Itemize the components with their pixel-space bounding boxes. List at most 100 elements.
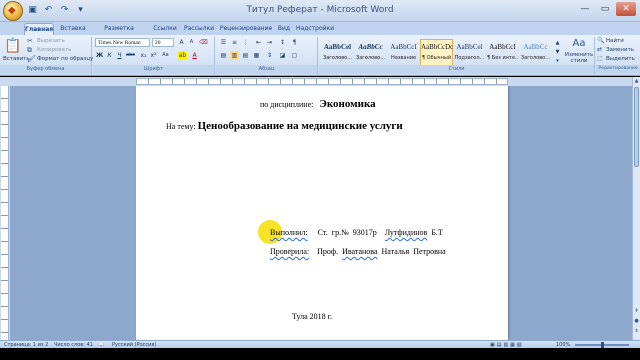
strikethrough-button[interactable]: abc bbox=[126, 51, 135, 60]
document-page[interactable]: по дисциплине: Экономика На тему: Ценооб… bbox=[136, 86, 508, 340]
borders-icon[interactable]: ▢ bbox=[290, 51, 299, 60]
change-case-button[interactable]: Aa bbox=[161, 51, 170, 60]
tab-references[interactable]: Ссылки bbox=[151, 23, 179, 35]
screen-bottom-band bbox=[0, 348, 640, 360]
checked-patronymic: Петровна bbox=[413, 247, 446, 256]
clipboard-group: 📋 Вставить ✂ Вырезать ⧉ Копировать 🖌 Фор… bbox=[0, 37, 93, 74]
copy-button[interactable]: Копировать bbox=[37, 47, 71, 53]
ruler-scale bbox=[1, 86, 9, 340]
style-heading-3[interactable]: AaBbCc Заголово... bbox=[519, 39, 552, 66]
underline-button[interactable]: Ч bbox=[115, 51, 124, 60]
topic-prefix: На тему: bbox=[166, 122, 196, 131]
clipboard-group-label: Буфер обмена bbox=[0, 65, 91, 73]
numbering-icon[interactable]: ≡ bbox=[230, 38, 239, 47]
style-normal[interactable]: AaBbCcDc ¶ Обычный bbox=[420, 39, 453, 66]
zoom-slider[interactable] bbox=[575, 342, 629, 348]
bold-button[interactable]: Ж bbox=[95, 51, 104, 60]
styles-scroll-icon[interactable]: ▲ ▼ ▾ bbox=[553, 39, 562, 66]
font-group: Times New Roman 20 A A ⌫ Ж К Ч abc x₂ x²… bbox=[93, 37, 215, 74]
tab-insert[interactable]: Вставка bbox=[58, 23, 88, 35]
decrease-indent-icon[interactable]: ⇤ bbox=[254, 38, 263, 47]
align-center-icon[interactable]: ▥ bbox=[230, 51, 239, 60]
style-sample: AaBbCel bbox=[456, 43, 483, 51]
change-styles-icon[interactable]: Aa bbox=[566, 38, 592, 49]
tab-page-layout[interactable]: Разметка страницы bbox=[91, 23, 147, 44]
cut-button[interactable]: Вырезать bbox=[37, 38, 65, 44]
style-name: ¶ Без инте... bbox=[487, 55, 518, 61]
select-button[interactable]: Выделить bbox=[606, 56, 635, 62]
increase-indent-icon[interactable]: ⇥ bbox=[265, 38, 274, 47]
browse-object-icon[interactable]: ● bbox=[633, 317, 640, 325]
checked-line: Проверила: Проф. Иватанова Наталья Петро… bbox=[270, 247, 446, 256]
tab-mailings[interactable]: Рассылки bbox=[183, 23, 215, 35]
shrink-font-icon[interactable]: A bbox=[187, 38, 196, 47]
style-sample: AaBbCel bbox=[323, 43, 352, 51]
show-marks-icon[interactable]: ¶ bbox=[290, 38, 299, 47]
tab-view[interactable]: Вид bbox=[276, 23, 292, 35]
italic-button[interactable]: К bbox=[105, 51, 114, 60]
paste-button[interactable]: Вставить bbox=[3, 56, 30, 62]
cut-icon: ✂ bbox=[27, 37, 33, 45]
tab-home[interactable]: Главная bbox=[24, 23, 54, 35]
clear-format-icon[interactable]: ⌫ bbox=[199, 38, 208, 47]
maximize-button[interactable]: ▭ bbox=[596, 2, 614, 16]
tab-addins[interactable]: Надстройки bbox=[296, 23, 334, 35]
multilevel-list-icon[interactable]: ⋮ bbox=[241, 38, 250, 47]
horizontal-ruler[interactable] bbox=[0, 77, 632, 86]
style-name: Заголово... bbox=[521, 55, 550, 61]
scroll-thumb[interactable] bbox=[634, 87, 639, 167]
font-family-select[interactable]: Times New Roman bbox=[95, 38, 150, 47]
style-sample: AaBbCc bbox=[358, 43, 383, 51]
discipline-line: по дисциплине: Экономика bbox=[260, 98, 376, 110]
shading-icon[interactable]: ◪ bbox=[278, 51, 287, 60]
document-area: по дисциплине: Экономика На тему: Ценооб… bbox=[10, 86, 632, 340]
minimize-button[interactable]: — bbox=[576, 2, 594, 16]
city-year: Тула 2018 г. bbox=[292, 312, 333, 321]
style-name: Заголово... bbox=[356, 55, 385, 61]
discipline-value: Экономика bbox=[319, 98, 376, 110]
find-icon: 🔍 bbox=[597, 37, 605, 44]
vertical-scrollbar[interactable]: ▲ ⇞ ● ⇟ bbox=[632, 77, 640, 340]
style-subtitle[interactable]: AaBbCel Подзагол... bbox=[453, 39, 486, 66]
paragraph-group: ☰ ≡ ⋮ ⇤ ⇥ ↕ ¶ ▤ ▥ ▤ ▦ ⇕ ◪ ▢ Абзац bbox=[216, 37, 318, 74]
performed-group: Ст. гр.№ 93017р bbox=[317, 228, 377, 237]
subscript-button[interactable]: x₂ bbox=[139, 51, 148, 60]
performed-line: Выполнил: Ст. гр.№ 93017р Лутфидинов Б.Т bbox=[270, 228, 443, 237]
title-bar: ◆ ▣ ↶ ↷ ▾ Титул Реферат - Microsoft Word… bbox=[0, 0, 640, 22]
ruler-scale bbox=[136, 78, 508, 85]
justify-icon[interactable]: ▦ bbox=[252, 51, 261, 60]
style-heading-1[interactable]: AaBbCel Заголово... bbox=[321, 39, 354, 66]
line-spacing-icon[interactable]: ⇕ bbox=[265, 51, 274, 60]
scroll-up-icon[interactable]: ▲ bbox=[633, 77, 640, 85]
sort-icon[interactable]: ↕ bbox=[278, 38, 287, 47]
style-sample: AaBbCc bbox=[523, 43, 548, 51]
performed-label: Выполнил: bbox=[270, 228, 308, 237]
change-styles-button[interactable]: Изменить стили bbox=[562, 52, 596, 64]
style-no-spacing[interactable]: AaBbCcI ¶ Без инте... bbox=[486, 39, 519, 66]
grow-font-icon[interactable]: A bbox=[177, 38, 186, 47]
paste-icon[interactable]: 📋 bbox=[4, 38, 22, 54]
highlight-icon[interactable]: ab bbox=[178, 51, 187, 60]
vertical-ruler[interactable] bbox=[0, 86, 10, 340]
copy-icon: ⧉ bbox=[27, 46, 32, 54]
style-heading-2[interactable]: AaBbCc Заголово... bbox=[354, 39, 387, 66]
prev-page-icon[interactable]: ⇞ bbox=[633, 307, 640, 315]
align-left-icon[interactable]: ▤ bbox=[219, 51, 228, 60]
checked-name: Наталья bbox=[381, 247, 410, 256]
format-painter-icon: 🖌 bbox=[27, 55, 36, 63]
style-name: Подзагол... bbox=[454, 55, 485, 61]
style-title[interactable]: AaBbCcI Название bbox=[387, 39, 420, 66]
tab-review[interactable]: Рецензирование bbox=[219, 23, 273, 35]
style-sample: AaBbCcI bbox=[390, 43, 417, 51]
format-painter-button[interactable]: Формат по образцу bbox=[37, 56, 93, 62]
bullets-icon[interactable]: ☰ bbox=[219, 38, 228, 47]
superscript-button[interactable]: x² bbox=[149, 51, 158, 60]
replace-button[interactable]: Заменить bbox=[606, 47, 634, 53]
find-button[interactable]: Найти bbox=[606, 38, 624, 44]
font-color-icon[interactable]: A bbox=[190, 51, 199, 60]
align-right-icon[interactable]: ▤ bbox=[241, 51, 250, 60]
next-page-icon[interactable]: ⇟ bbox=[633, 327, 640, 335]
font-size-select[interactable]: 20 bbox=[152, 38, 174, 47]
window-title: Титул Реферат - Microsoft Word bbox=[246, 5, 394, 15]
close-button[interactable]: ✕ bbox=[616, 2, 636, 16]
